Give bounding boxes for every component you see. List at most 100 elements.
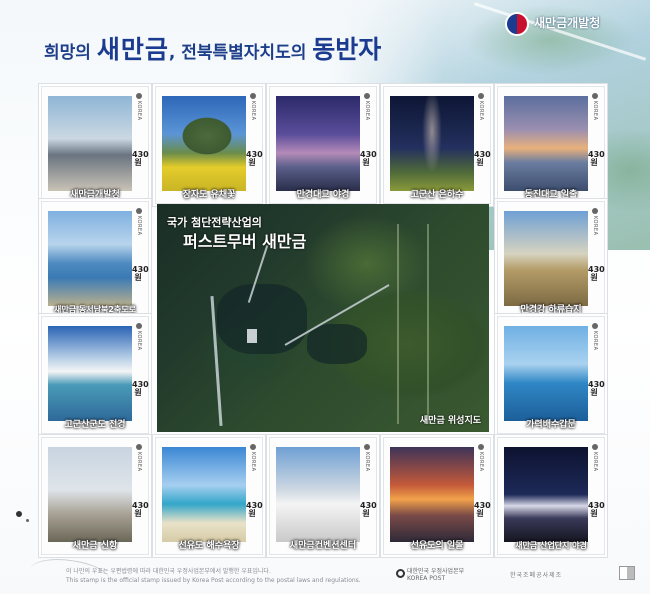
org-name: 새만금개발청 [534,16,601,30]
stamp-country: KOREA [478,452,484,472]
footnote-ko: 이 나만의 우표는 우편법령에 따라 대한민국 우정사업본부에서 발행한 우표입… [66,568,271,575]
stamp-photo [48,96,132,191]
plate-mark-icon [619,566,635,580]
footnote: 이 나만의 우표는 우편법령에 따라 대한민국 우정사업본부에서 발행한 우표입… [66,567,361,585]
stamp-6: KOREA 430원 새만금 동서남북2축도로 [41,201,149,319]
stamp-2: KOREA 430원 장자도 유채꽃 [155,86,263,204]
korea-post-label: 대한민국 우정사업본부 KOREA POST [407,568,464,582]
stamp-photo [504,326,588,421]
stamp-mark-icon [136,323,142,329]
stamp-price: 430원 [132,380,149,397]
stamp-12: KOREA 430원 새만금컨벤션센터 [269,437,377,555]
stamp-mark-icon [136,444,142,450]
stamp-caption: 새만금 동서남북2축도로 [54,305,136,314]
stamp-price: 430원 [360,150,377,167]
footnote-en: This stamp is the official stamp issued … [66,577,361,584]
field-line [397,224,399,424]
stamp-photo [390,447,474,542]
stamp-caption: 고군산 은하수 [410,190,464,200]
stamp-photo [162,447,246,542]
stamp-price: 430원 [588,150,605,167]
reclaimed-land [247,329,257,343]
stamp-price: 430원 [588,501,605,518]
stamp-mark-icon [364,444,370,450]
stamp-country: KOREA [592,452,598,472]
stamp-4: KOREA 430원 고군산 은하수 [383,86,491,204]
stamp-price: 430원 [588,380,605,397]
stamp-7: KOREA 430원 만경강 하류습지 [497,201,605,319]
stamp-mark-icon [250,444,256,450]
stamp-country: KOREA [478,101,484,121]
stamp-country: KOREA [364,452,370,472]
stamp-caption: 만경강 하류습지 [520,305,582,315]
dot-decoration [16,511,22,517]
stamp-photo [162,96,246,191]
stamp-price: 430원 [474,501,491,518]
stamp-price: 430원 [246,150,263,167]
stamp-mark-icon [592,444,598,450]
stamp-country: KOREA [592,101,598,121]
dot-decoration [26,519,29,522]
center-title: 퍼스트무버 새만금 [183,232,307,251]
stamp-mark-icon [478,93,484,99]
title-part-d: 동반자 [312,35,382,64]
stamp-3: KOREA 430원 만경대교 야경 [269,86,377,204]
stamp-photo [48,211,132,306]
stamp-mark-icon [136,208,142,214]
stamp-country: KOREA [136,331,142,351]
korea-post-ko: 대한민국 우정사업본부 [407,568,465,575]
stamp-photo [48,447,132,542]
stamp-photo [390,96,474,191]
center-caption: 새만금 위성지도 [419,416,481,426]
stamp-photo [276,447,360,542]
stamp-mark-icon [136,93,142,99]
stamp-mark-icon [478,444,484,450]
sheet-title: 희망의 새만금, 전북특별자치도의 동반자 [44,30,381,66]
stamp-country: KOREA [364,101,370,121]
printer-label: 한국조폐공사제조 [510,572,563,579]
title-part-c: , 전북특별자치도의 [168,43,313,63]
stamp-caption: 동진대교 일출 [524,190,578,200]
title-part-b: 새만금 [96,35,169,64]
korea-post-logo-icon [396,569,405,578]
stamp-caption: 새만금개발청 [70,190,120,200]
taegeuk-logo-icon [505,12,529,36]
stamp-1: KOREA 430원 새만금개발청 [41,86,149,204]
stamp-country: KOREA [250,101,256,121]
stamp-price: 430원 [360,501,377,518]
title-part-a: 희망의 [44,43,97,63]
stamp-13: KOREA 430원 선유도의 일몰 [383,437,491,555]
stamp-caption: 장자도 유채꽃 [182,190,236,200]
stamp-country: KOREA [592,216,598,236]
stamp-country: KOREA [592,331,598,351]
stamp-price: 430원 [246,501,263,518]
field-line [427,224,429,424]
stamp-caption: 새만금 산업단지 야경 [515,541,587,550]
stamp-caption: 고군산군도 전경 [64,420,126,430]
stamp-photo [48,326,132,421]
stamp-14: KOREA 430원 새만금 산업단지 야경 [497,437,605,555]
sea-area [217,284,307,354]
stamp-11: KOREA 430원 선유도 해수욕장 [155,437,263,555]
stamp-photo [504,447,588,542]
stamp-sheet: 희망의 새만금, 전북특별자치도의 동반자 새만금개발청 KOREA 430원 … [0,0,650,594]
stamp-price: 430원 [588,265,605,282]
stamp-price: 430원 [132,265,149,282]
stamp-mark-icon [250,93,256,99]
stamp-photo [276,96,360,191]
stamp-caption: 선유도 해수욕장 [178,541,240,551]
stamp-caption: 선유도의 일몰 [410,541,464,551]
stamp-mark-icon [364,93,370,99]
stamp-country: KOREA [136,216,142,236]
stamp-price: 430원 [474,150,491,167]
satellite-map: 국가 첨단전략산업의 퍼스트무버 새만금 새만금 위성지도 [157,204,489,432]
stamp-photo [504,211,588,306]
stamp-8: KOREA 430원 고군산군도 전경 [41,316,149,434]
stamp-mark-icon [592,323,598,329]
lake-area [307,324,367,364]
stamp-5: KOREA 430원 동진대교 일출 [497,86,605,204]
stamp-country: KOREA [136,452,142,472]
korea-post-en: KOREA POST [407,575,446,582]
stamp-country: KOREA [250,452,256,472]
stamp-10: KOREA 430원 새만금 신항 [41,437,149,555]
